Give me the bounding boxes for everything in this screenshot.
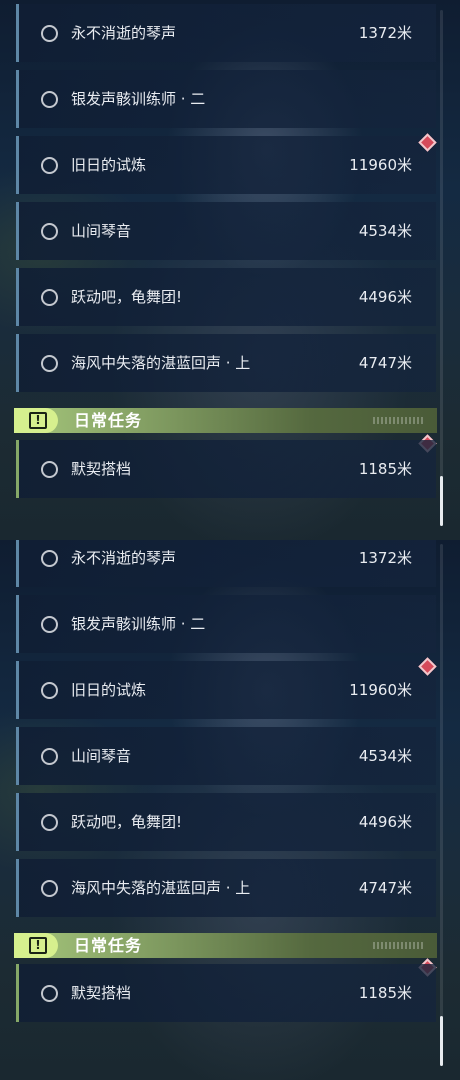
quest-distance: 1185米 bbox=[358, 460, 412, 478]
scrollbar-track[interactable] bbox=[440, 544, 443, 1066]
quest-panel-bottom: 永不消逝的琴声 1372米 银发声骸训练师 · 二 旧日的试炼 11960米 山… bbox=[0, 540, 460, 1080]
quest-row[interactable]: 跃动吧，龟舞团! 4496米 bbox=[16, 268, 436, 326]
scrollbar-thumb[interactable] bbox=[440, 1016, 443, 1066]
quest-row[interactable]: 山间琴音 4534米 bbox=[16, 727, 436, 785]
quest-distance: 4747米 bbox=[358, 879, 412, 897]
quest-distance: 4534米 bbox=[358, 747, 412, 765]
daily-quest-row[interactable]: 默契搭档 1185米 bbox=[16, 964, 436, 1022]
daily-section-header[interactable]: ! 日常任务 bbox=[14, 933, 437, 958]
quest-name: 跃动吧，龟舞团! bbox=[71, 288, 183, 306]
quest-row[interactable]: 海风中失落的湛蓝回声 · 上 4747米 bbox=[16, 334, 436, 392]
quest-name: 银发声骸训练师 · 二 bbox=[71, 615, 206, 633]
quest-name: 海风中失落的湛蓝回声 · 上 bbox=[71, 879, 251, 897]
quest-name: 山间琴音 bbox=[71, 222, 132, 240]
quest-row[interactable]: 旧日的试炼 11960米 bbox=[16, 661, 436, 719]
quest-distance: 11960米 bbox=[349, 681, 412, 699]
quest-distance: 4496米 bbox=[358, 813, 412, 831]
quest-bullet-icon bbox=[41, 157, 58, 174]
quest-bullet-icon bbox=[41, 289, 58, 306]
quest-row[interactable]: 山间琴音 4534米 bbox=[16, 202, 436, 260]
quest-distance: 1185米 bbox=[358, 984, 412, 1002]
quest-bullet-icon bbox=[41, 616, 58, 633]
quest-bullet-icon bbox=[41, 355, 58, 372]
quest-row[interactable]: 银发声骸训练师 · 二 bbox=[16, 70, 436, 128]
quest-name: 永不消逝的琴声 bbox=[71, 549, 177, 567]
quest-bullet-icon bbox=[41, 682, 58, 699]
daily-quest-row[interactable]: 默契搭档 1185米 bbox=[16, 440, 436, 498]
quest-name: 默契搭档 bbox=[71, 984, 132, 1002]
quest-bullet-icon bbox=[41, 461, 58, 478]
quest-name: 默契搭档 bbox=[71, 460, 132, 478]
quest-distance: 11960米 bbox=[349, 156, 412, 174]
quest-bullet-icon bbox=[41, 880, 58, 897]
quest-name: 银发声骸训练师 · 二 bbox=[71, 90, 206, 108]
quest-row[interactable]: 跃动吧，龟舞团! 4496米 bbox=[16, 793, 436, 851]
quest-distance: 4747米 bbox=[358, 354, 412, 372]
section-title: 日常任务 bbox=[74, 936, 143, 955]
quest-bullet-icon bbox=[41, 550, 58, 567]
quest-name: 山间琴音 bbox=[71, 747, 132, 765]
quest-row[interactable]: 银发声骸训练师 · 二 bbox=[16, 595, 436, 653]
scrollbar-track[interactable] bbox=[440, 10, 443, 526]
section-badge: ! bbox=[14, 933, 58, 958]
section-title: 日常任务 bbox=[74, 411, 143, 430]
quest-distance: 4496米 bbox=[358, 288, 412, 306]
quest-name: 旧日的试炼 bbox=[71, 156, 147, 174]
quest-bullet-icon bbox=[41, 91, 58, 108]
quest-row[interactable]: 永不消逝的琴声 1372米 bbox=[16, 4, 436, 62]
daily-section-header[interactable]: ! 日常任务 bbox=[14, 408, 437, 433]
decorative-tag bbox=[373, 942, 425, 949]
quest-distance: 1372米 bbox=[358, 549, 412, 567]
quest-bullet-icon bbox=[41, 223, 58, 240]
decorative-tag bbox=[373, 417, 425, 424]
quest-bullet-icon bbox=[41, 985, 58, 1002]
quest-name: 旧日的试炼 bbox=[71, 681, 147, 699]
section-badge: ! bbox=[14, 408, 58, 433]
scrollbar-thumb[interactable] bbox=[440, 476, 443, 526]
quest-row[interactable]: 旧日的试炼 11960米 bbox=[16, 136, 436, 194]
quest-bullet-icon bbox=[41, 748, 58, 765]
quest-name: 海风中失落的湛蓝回声 · 上 bbox=[71, 354, 251, 372]
exclamation-icon: ! bbox=[29, 412, 47, 429]
quest-name: 永不消逝的琴声 bbox=[71, 24, 177, 42]
quest-name: 跃动吧，龟舞团! bbox=[71, 813, 183, 831]
exclamation-icon: ! bbox=[29, 937, 47, 954]
quest-distance: 1372米 bbox=[358, 24, 412, 42]
quest-row[interactable]: 永不消逝的琴声 1372米 bbox=[16, 540, 436, 587]
quest-bullet-icon bbox=[41, 814, 58, 831]
quest-distance: 4534米 bbox=[358, 222, 412, 240]
quest-row[interactable]: 海风中失落的湛蓝回声 · 上 4747米 bbox=[16, 859, 436, 917]
quest-bullet-icon bbox=[41, 25, 58, 42]
quest-panel-top: 永不消逝的琴声 1372米 银发声骸训练师 · 二 旧日的试炼 11960米 山… bbox=[0, 0, 460, 540]
